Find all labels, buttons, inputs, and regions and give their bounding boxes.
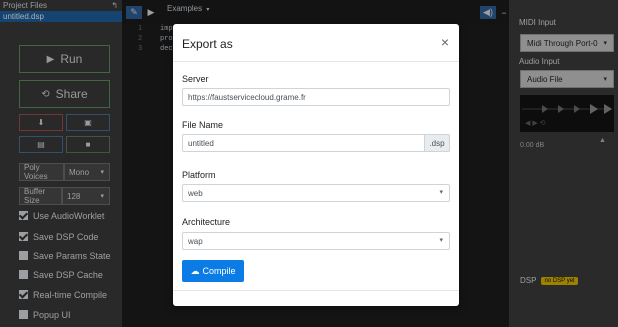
modal-title: Export as	[182, 37, 233, 51]
platform-value: web	[188, 188, 203, 198]
modal-footer-divider	[173, 290, 459, 291]
platform-label: Platform	[182, 170, 216, 180]
architecture-select[interactable]: wap ▾	[182, 232, 450, 250]
server-value: https://faustservicecloud.grame.fr	[188, 92, 306, 102]
modal-divider	[173, 61, 459, 62]
architecture-value: wap	[188, 236, 203, 246]
app-root: Project Files ↰ untitled.dsp ▶ Run ⟲ Sha…	[0, 0, 618, 327]
architecture-label: Architecture	[182, 217, 231, 227]
export-modal: Export as × Server https://faustservicec…	[173, 24, 459, 306]
file-suffix: .dsp	[424, 134, 450, 152]
file-name-value: untitled	[188, 138, 214, 148]
platform-select[interactable]: web ▾	[182, 184, 450, 202]
server-label: Server	[182, 74, 209, 84]
close-icon[interactable]: ×	[441, 35, 449, 49]
file-name-field[interactable]: untitled .dsp	[182, 134, 450, 152]
chevron-down-icon: ▾	[439, 189, 443, 196]
compile-label: Compile	[202, 266, 236, 276]
compile-button[interactable]: ☁ Compile	[182, 260, 244, 282]
server-field[interactable]: https://faustservicecloud.grame.fr	[182, 88, 450, 106]
cloud-upload-icon: ☁	[190, 265, 200, 276]
chevron-down-icon: ▾	[439, 237, 443, 244]
file-name-label: File Name	[182, 120, 224, 130]
